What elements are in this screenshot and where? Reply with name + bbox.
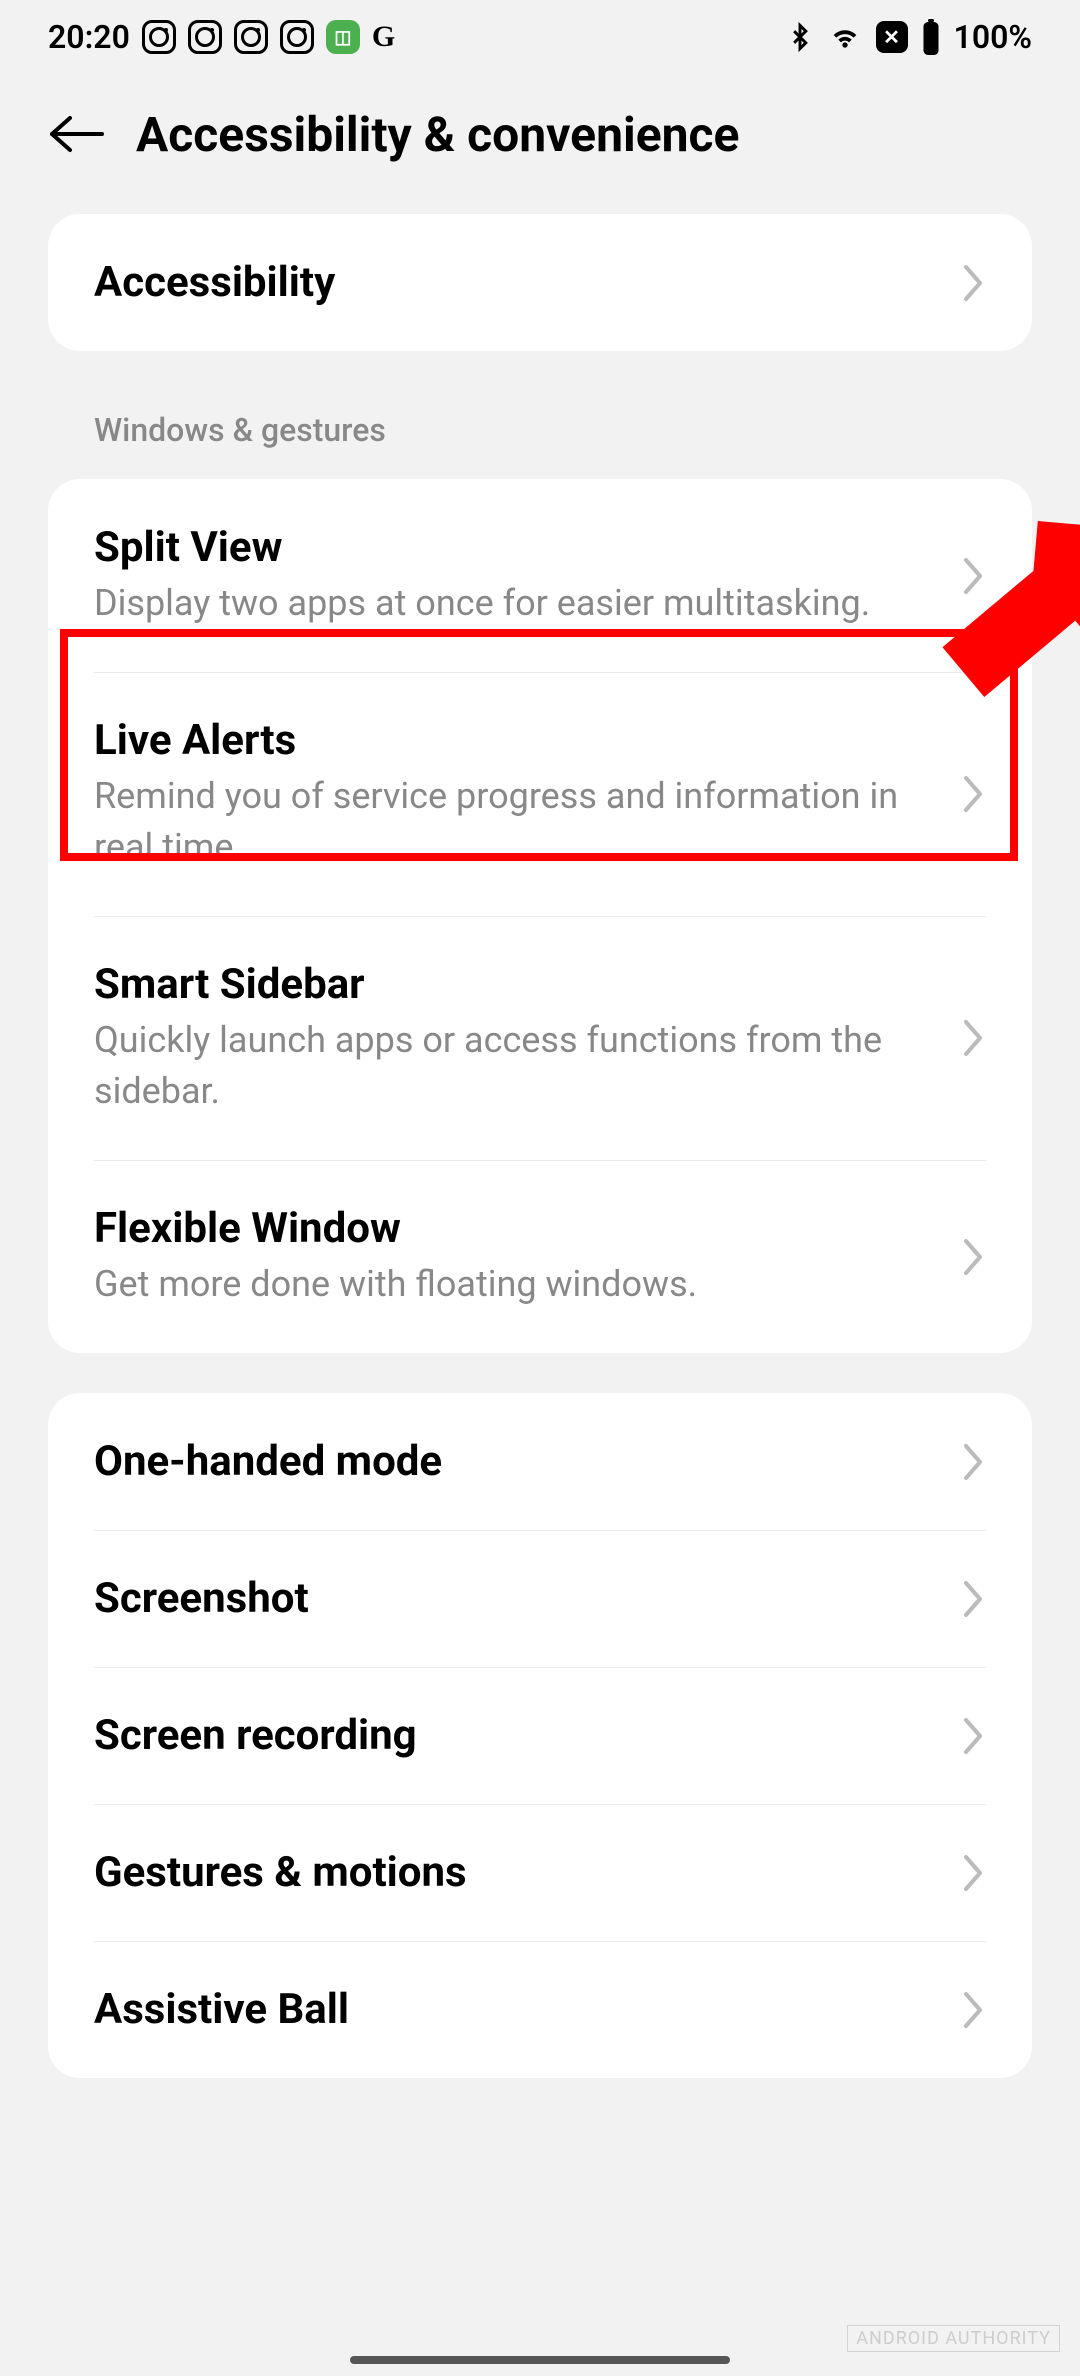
card-accessibility: Accessibility — [48, 214, 1032, 351]
row-subtitle: Quickly launch apps or access functions … — [94, 1015, 940, 1116]
row-subtitle: Remind you of service progress and infor… — [94, 771, 940, 872]
row-assistive-ball[interactable]: Assistive Ball — [48, 1941, 1032, 2078]
green-badge-icon: ◫ — [326, 20, 360, 54]
chevron-right-icon — [960, 556, 986, 596]
row-title: Flexible Window — [94, 1204, 940, 1253]
chevron-right-icon — [960, 1579, 986, 1619]
instagram-icon — [142, 20, 176, 54]
row-screen-recording[interactable]: Screen recording — [48, 1667, 1032, 1804]
row-title: Live Alerts — [94, 716, 940, 765]
row-gestures-motions[interactable]: Gestures & motions — [48, 1804, 1032, 1941]
bluetooth-icon — [786, 21, 814, 53]
home-indicator[interactable] — [350, 2356, 730, 2364]
chevron-right-icon — [960, 1018, 986, 1058]
row-title: Screen recording — [94, 1711, 940, 1760]
section-label-windows: Windows & gestures — [0, 391, 1080, 479]
row-screenshot[interactable]: Screenshot — [48, 1530, 1032, 1667]
row-title: Split View — [94, 523, 940, 572]
status-left: 20:20 ◫ G — [48, 18, 395, 56]
row-title: Accessibility — [94, 258, 940, 307]
chevron-right-icon — [960, 1442, 986, 1482]
chevron-right-icon — [960, 774, 986, 814]
chevron-right-icon — [960, 1853, 986, 1893]
row-title: Smart Sidebar — [94, 960, 940, 1009]
row-subtitle: Display two apps at once for easier mult… — [94, 578, 940, 628]
header: Accessibility & convenience — [0, 74, 1080, 214]
back-button[interactable] — [48, 104, 108, 164]
chevron-right-icon — [960, 1716, 986, 1756]
status-right: ✕ 100% — [786, 18, 1032, 56]
row-title: Screenshot — [94, 1574, 940, 1623]
chevron-right-icon — [960, 1237, 986, 1277]
row-smart-sidebar[interactable]: Smart Sidebar Quickly launch apps or acc… — [48, 916, 1032, 1160]
row-flexible-window[interactable]: Flexible Window Get more done with float… — [48, 1160, 1032, 1353]
battery-icon — [920, 19, 942, 55]
row-title: One-handed mode — [94, 1437, 940, 1486]
google-icon: G — [372, 20, 395, 54]
row-subtitle: Get more done with floating windows. — [94, 1259, 940, 1309]
status-time: 20:20 — [48, 18, 130, 56]
card-more-options: One-handed mode Screenshot Screen record… — [48, 1393, 1032, 2078]
vpn-badge-icon: ✕ — [876, 21, 908, 53]
watermark: ANDROID AUTHORITY — [847, 2325, 1060, 2352]
chevron-right-icon — [960, 1990, 986, 2030]
status-bar: 20:20 ◫ G ✕ 100% — [0, 0, 1080, 74]
row-title: Assistive Ball — [94, 1985, 940, 2034]
row-split-view[interactable]: Split View Display two apps at once for … — [48, 479, 1032, 672]
instagram-icon — [280, 20, 314, 54]
wifi-icon — [826, 21, 864, 53]
instagram-icon — [188, 20, 222, 54]
row-accessibility[interactable]: Accessibility — [48, 214, 1032, 351]
page-title: Accessibility & convenience — [136, 106, 739, 163]
instagram-icon — [234, 20, 268, 54]
chevron-right-icon — [960, 263, 986, 303]
row-live-alerts[interactable]: Live Alerts Remind you of service progre… — [48, 672, 1032, 916]
back-arrow-icon — [48, 114, 104, 154]
row-one-handed-mode[interactable]: One-handed mode — [48, 1393, 1032, 1530]
battery-percentage: 100% — [954, 18, 1032, 56]
row-title: Gestures & motions — [94, 1848, 940, 1897]
card-windows-gestures: Split View Display two apps at once for … — [48, 479, 1032, 1353]
